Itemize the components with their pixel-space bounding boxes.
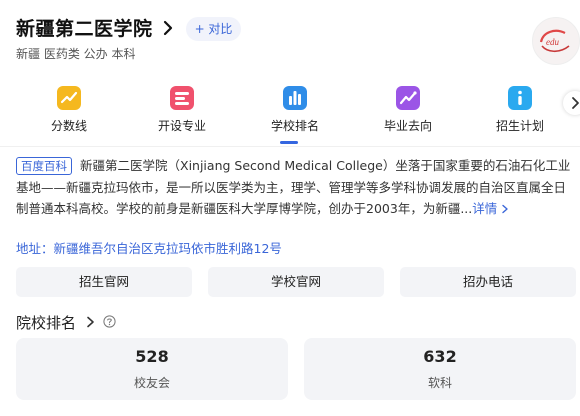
nav-item-graduation[interactable]: 毕业去向 [363,85,453,133]
svg-text:edu: edu [546,37,559,47]
ranking-card-alumni[interactable]: 528 校友会 [16,338,288,400]
admissions-phone-button[interactable]: 招办电话 [400,267,576,297]
school-name[interactable]: 新疆第二医学院 [16,14,153,41]
ranking-chart-icon [283,86,307,110]
school-tags: 新疆 医药类 公办 本科 [16,47,136,61]
chevron-right-icon[interactable] [84,315,96,329]
compare-button[interactable]: + 对比 [186,17,241,41]
ranking-value: 528 [135,347,169,366]
active-tab-indicator [280,141,298,144]
ranking-value: 632 [423,347,457,366]
nav-label: 招生计划 [495,119,544,133]
nav-label: 分数线 [50,119,87,133]
chevron-right-icon [572,97,579,109]
help-icon[interactable] [103,315,116,328]
ranking-source: 校友会 [133,376,170,390]
ranking-source: 软科 [427,376,452,390]
school-address[interactable]: 地址：新疆维吾尔自治区克拉玛依市胜利路12号 [16,238,282,257]
school-description: 百度百科 新疆第二医学院（Xinjiang Second Medical Coll… [16,155,576,220]
ranking-card-ruanke[interactable]: 632 软科 [304,338,576,400]
school-site-button[interactable]: 学校官网 [208,267,384,297]
divider [0,146,580,147]
nav-item-school-ranking[interactable]: 学校排名 [250,85,340,133]
nav-label: 毕业去向 [383,119,432,133]
majors-icon [170,86,194,110]
info-icon [508,86,532,110]
chevron-right-icon [502,204,508,214]
nav-item-score-line[interactable]: 分数线 [24,85,114,133]
school-logo-icon: edu [532,17,580,65]
nav-item-enrollment-plan[interactable]: 招生计划 [475,85,565,133]
description-more-link[interactable]: 详情 [472,201,509,216]
baike-badge: 百度百科 [16,157,72,175]
nav-label: 开设专业 [157,119,206,133]
ranking-title[interactable]: 院校排名 [16,312,76,333]
graduation-trend-icon [396,86,420,110]
nav-label: 学校排名 [270,119,319,133]
score-line-icon [57,86,81,110]
chevron-right-icon[interactable] [160,19,176,37]
nav-scroll-right-button[interactable] [563,91,580,115]
admissions-site-button[interactable]: 招生官网 [16,267,192,297]
nav-item-majors[interactable]: 开设专业 [137,85,227,133]
